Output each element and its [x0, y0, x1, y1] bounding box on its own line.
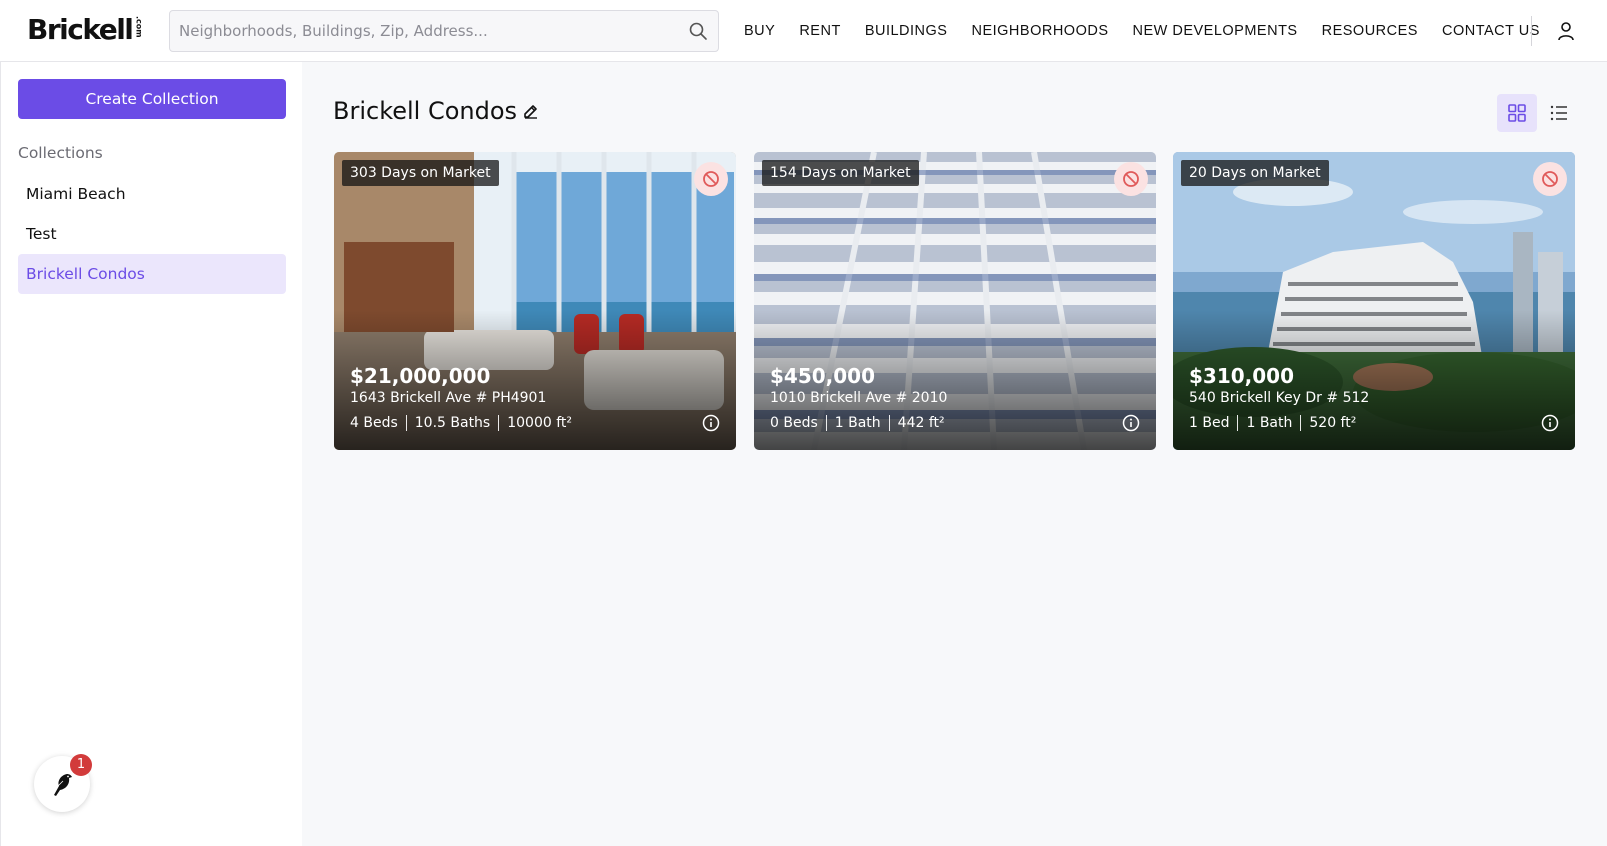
listing-beds: 0 Beds	[770, 415, 818, 431]
info-icon[interactable]	[702, 414, 720, 432]
edit-icon[interactable]	[522, 102, 540, 120]
nav-new-developments[interactable]: NEW DEVELOPMENTS	[1133, 20, 1298, 42]
nav-buildings[interactable]: BUILDINGS	[865, 20, 948, 42]
hide-listing-button[interactable]	[694, 162, 728, 196]
collections-heading: Collections	[18, 144, 103, 162]
bird-icon	[54, 774, 72, 796]
listing-card[interactable]: 20 Days on Market $310,000 540 Brickell …	[1173, 152, 1575, 450]
nav-divider	[1531, 16, 1532, 46]
collection-item-miami-beach[interactable]: Miami Beach	[18, 174, 286, 214]
nav-resources[interactable]: RESOURCES	[1322, 20, 1418, 42]
listing-price: $21,000,000	[350, 364, 491, 388]
nav-neighborhoods[interactable]: NEIGHBORHOODS	[971, 20, 1108, 42]
listing-stats: 4 Beds 10.5 Baths 10000 ft²	[350, 414, 580, 432]
listing-address: 1010 Brickell Ave # 2010	[770, 390, 948, 406]
listing-baths: 1 Bath	[825, 415, 889, 431]
hide-icon	[703, 171, 719, 187]
page-title: Brickell Condos	[333, 97, 518, 125]
grid-view-icon	[1508, 104, 1526, 122]
logo-text: Brickell	[27, 13, 134, 46]
main-nav: BUY RENT BUILDINGS NEIGHBORHOODS NEW DEV…	[744, 20, 1540, 42]
listing-beds: 1 Bed	[1189, 415, 1230, 431]
listing-area: 520 ft²	[1300, 415, 1364, 431]
listing-area: 442 ft²	[888, 415, 953, 431]
search-input[interactable]	[170, 11, 670, 51]
list-view-button[interactable]	[1539, 94, 1579, 132]
create-collection-button[interactable]: Create Collection	[18, 79, 286, 119]
days-on-market-badge: 20 Days on Market	[1181, 160, 1329, 186]
listing-stats: 0 Beds 1 Bath 442 ft²	[770, 414, 953, 432]
listing-baths: 1 Bath	[1237, 415, 1300, 431]
listing-card[interactable]: 154 Days on Market $450,000 1010 Brickel…	[754, 152, 1156, 450]
listing-price: $450,000	[770, 364, 876, 388]
listing-area: 10000 ft²	[498, 415, 580, 431]
nav-buy[interactable]: BUY	[744, 20, 775, 42]
info-icon[interactable]	[1541, 414, 1559, 432]
notification-badge: 1	[70, 754, 92, 776]
search-box	[169, 10, 719, 52]
listing-baths: 10.5 Baths	[405, 415, 498, 431]
hide-icon	[1123, 171, 1139, 187]
main-content: Brickell Condos 303 Days on Market $21,0…	[302, 62, 1607, 846]
collection-item-brickell-condos[interactable]: Brickell Condos	[18, 254, 286, 294]
listing-address: 540 Brickell Key Dr # 512	[1189, 390, 1370, 406]
listing-price: $310,000	[1189, 364, 1295, 388]
brand-logo[interactable]: Brickell .com	[27, 13, 144, 46]
listing-address: 1643 Brickell Ave # PH4901	[350, 390, 547, 406]
nav-contact-us[interactable]: CONTACT US	[1442, 20, 1540, 42]
listing-card[interactable]: 303 Days on Market $21,000,000 1643 Bric…	[334, 152, 736, 450]
top-header: Brickell .com BUY RENT BUILDINGS NEIGHBO…	[0, 0, 1607, 62]
hide-listing-button[interactable]	[1114, 162, 1148, 196]
sidebar: Create Collection Collections Miami Beac…	[0, 62, 302, 846]
listing-stats: 1 Bed 1 Bath 520 ft²	[1189, 414, 1364, 432]
list-view-icon	[1550, 105, 1567, 121]
hide-icon	[1542, 171, 1558, 187]
collection-item-test[interactable]: Test	[18, 214, 286, 254]
search-icon[interactable]	[688, 21, 708, 41]
info-icon[interactable]	[1122, 414, 1140, 432]
listing-beds: 4 Beds	[350, 415, 398, 431]
logo-suffix: .com	[134, 16, 144, 38]
user-icon[interactable]	[1555, 20, 1577, 42]
days-on-market-badge: 303 Days on Market	[342, 160, 499, 186]
days-on-market-badge: 154 Days on Market	[762, 160, 919, 186]
hide-listing-button[interactable]	[1533, 162, 1567, 196]
nav-rent[interactable]: RENT	[799, 20, 840, 42]
grid-view-button[interactable]	[1497, 94, 1537, 132]
